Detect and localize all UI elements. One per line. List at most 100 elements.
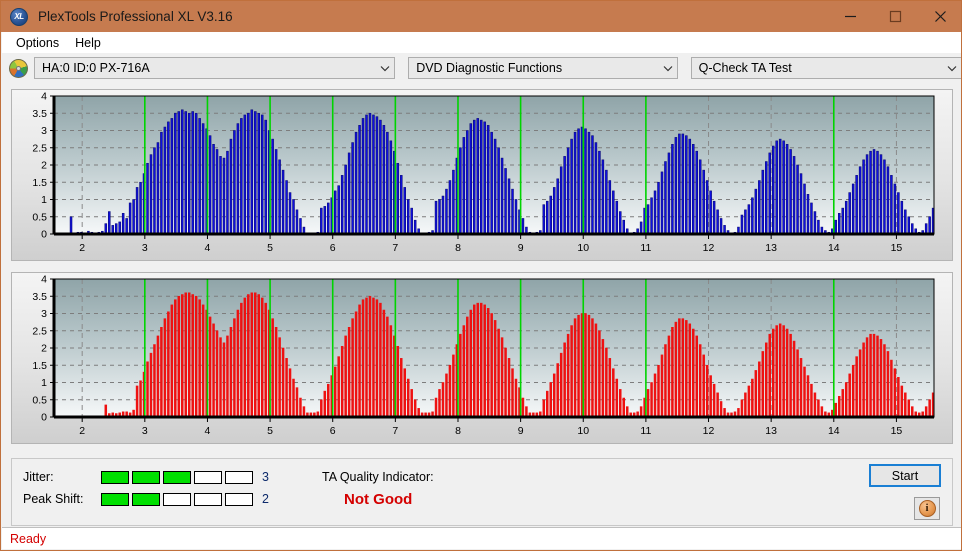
chevron-down-icon: [943, 65, 961, 72]
peak-shift-value: 2: [262, 492, 269, 506]
y-tick-label: 1: [41, 194, 47, 206]
titlebar: XL PlexTools Professional XL V3.16: [1, 1, 961, 32]
jitter-label: Jitter:: [23, 470, 54, 484]
x-tick-label: 10: [577, 242, 589, 254]
maximize-icon[interactable]: [873, 1, 918, 32]
x-tick-label: 12: [703, 242, 715, 254]
x-tick-label: 8: [455, 425, 461, 437]
menu-item-help[interactable]: Help: [67, 34, 109, 52]
plot-area-top: 0 0.5 1 1.5 2 2.5 3 3.5 4 2 3 4 5 6 7 8 9 10 11 12 13 14 15: [12, 90, 952, 260]
statusbar: Ready: [2, 527, 961, 549]
y-tick-label: 2: [41, 343, 47, 355]
drive-select-value: HA:0 ID:0 PX-716A: [41, 61, 150, 75]
y-tick-label: 2.5: [32, 325, 47, 337]
x-tick-label: 11: [640, 425, 651, 437]
results-panel: Jitter: 3 Peak Shift: 2 TA Quality Indic…: [11, 458, 953, 526]
ta-test-chart-top: 0 0.5 1 1.5 2 2.5 3 3.5 4 2 3 4 5 6 7 8 9 10 11 12 13 14 15: [11, 89, 953, 261]
window-title: PlexTools Professional XL V3.16: [38, 9, 233, 24]
led-segment: [132, 470, 160, 484]
led-segment: [225, 492, 253, 506]
y-tick-label: 1.5: [32, 177, 47, 189]
led-segment: [132, 492, 160, 506]
x-tick-label: 6: [330, 425, 336, 437]
y-tick-label: 0.5: [32, 211, 47, 223]
y-tick-label: 3.5: [32, 108, 47, 120]
menu-item-options[interactable]: Options: [8, 34, 67, 52]
x-tick-label: 7: [392, 425, 398, 437]
x-tick-label: 14: [828, 425, 840, 437]
x-tick-label: 6: [330, 242, 336, 254]
y-tick-label: 2: [41, 160, 47, 172]
ta-quality-value: Not Good: [344, 491, 413, 508]
x-tick-label: 2: [79, 425, 85, 437]
peak-shift-label: Peak Shift:: [23, 492, 84, 506]
ta-test-chart-bottom: 0 0.5 1 1.5 2 2.5 3 3.5 4 2 3 4 5 6 7 8 9 10 11 12 13 14 15: [11, 272, 953, 444]
y-tick-label: 0.5: [32, 394, 47, 406]
window-controls: [828, 1, 961, 32]
led-segment: [225, 470, 253, 484]
app-icon: XL: [10, 7, 28, 26]
test-select-value: Q-Check TA Test: [698, 61, 792, 75]
ta-quality-label: TA Quality Indicator:: [322, 470, 434, 484]
x-tick-label: 4: [205, 242, 211, 254]
x-tick-label: 15: [891, 425, 903, 437]
peak-shift-led-strip: [101, 492, 253, 506]
function-select-value: DVD Diagnostic Functions: [416, 61, 563, 75]
y-tick-label: 4: [41, 91, 47, 103]
ta-quality-block: TA Quality Indicator: Not Good: [322, 470, 434, 508]
x-tick-label: 13: [765, 242, 777, 254]
chart-svg: 0 0.5 1 1.5 2 2.5 3 3.5 4 2 3 4 5 6 7 8 9 10 11 12 13 14 15: [32, 274, 935, 437]
menubar: Options Help: [2, 32, 961, 53]
led-segment: [101, 470, 129, 484]
x-tick-label: 14: [828, 242, 840, 254]
x-tick-label: 13: [765, 425, 777, 437]
y-tick-label: 3: [41, 308, 47, 320]
x-tick-label: 4: [205, 425, 211, 437]
drive-select[interactable]: HA:0 ID:0 PX-716A: [33, 57, 396, 79]
jitter-row: Jitter: 3: [23, 470, 269, 484]
y-tick-label: 3.5: [32, 291, 47, 303]
x-tick-label: 8: [455, 242, 461, 254]
chart-svg: 0 0.5 1 1.5 2 2.5 3 3.5 4 2 3 4 5 6 7 8 9 10 11 12 13 14 15: [32, 91, 935, 254]
led-segment: [163, 470, 191, 484]
close-icon[interactable]: [918, 1, 961, 32]
x-tick-label: 12: [703, 425, 715, 437]
led-segment: [194, 470, 222, 484]
chevron-down-icon: [376, 65, 394, 72]
y-tick-label: 1: [41, 377, 47, 389]
status-text: Ready: [10, 531, 47, 546]
peak-shift-row: Peak Shift: 2: [23, 492, 269, 506]
y-tick-label: 0: [41, 229, 47, 241]
x-tick-label: 2: [79, 242, 85, 254]
info-icon: i: [918, 500, 936, 517]
plextools-window: XL PlexTools Professional XL V3.16 Optio…: [0, 0, 962, 551]
disc-icon: [9, 58, 28, 78]
toolbar: HA:0 ID:0 PX-716A DVD Diagnostic Functio…: [2, 53, 961, 83]
led-segment: [101, 492, 129, 506]
led-segment: [163, 492, 191, 506]
y-tick-label: 1.5: [32, 360, 47, 372]
x-tick-label: 9: [518, 242, 524, 254]
minimize-icon[interactable]: [828, 1, 873, 32]
y-tick-label: 3: [41, 125, 47, 137]
x-tick-label: 7: [392, 242, 398, 254]
x-tick-label: 5: [267, 425, 273, 437]
x-tick-label: 9: [518, 425, 524, 437]
x-tick-label: 5: [267, 242, 273, 254]
info-button[interactable]: i: [914, 497, 940, 520]
x-tick-label: 3: [142, 242, 148, 254]
y-tick-label: 0: [41, 412, 47, 424]
led-segment: [194, 492, 222, 506]
chevron-down-icon: [659, 65, 677, 72]
y-tick-label: 4: [41, 274, 47, 286]
x-tick-label: 10: [577, 425, 589, 437]
jitter-led-strip: [101, 470, 253, 484]
start-button[interactable]: Start: [869, 464, 941, 487]
y-tick-label: 2.5: [32, 142, 47, 154]
function-select[interactable]: DVD Diagnostic Functions: [408, 57, 678, 79]
x-tick-label: 15: [891, 242, 903, 254]
x-tick-label: 3: [142, 425, 148, 437]
x-tick-label: 11: [640, 242, 651, 254]
plot-area-bottom: 0 0.5 1 1.5 2 2.5 3 3.5 4 2 3 4 5 6 7 8 9 10 11 12 13 14 15: [12, 273, 952, 443]
test-select[interactable]: Q-Check TA Test: [690, 57, 961, 79]
